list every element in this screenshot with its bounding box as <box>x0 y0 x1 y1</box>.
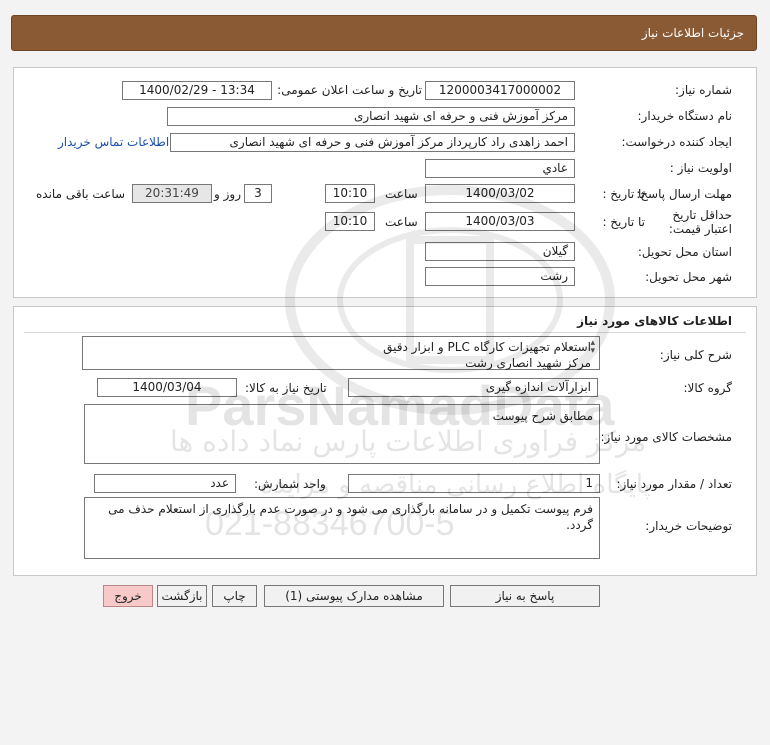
deadline-until-label: تا تاریخ : <box>602 187 645 201</box>
qty-field: 1 <box>348 474 600 493</box>
validity-date-field: 1400/03/03 <box>425 212 575 231</box>
validity-time-field: 10:10 <box>325 212 375 231</box>
notes-field: فرم پیوست تکمیل و در سامانه بارگذاری می … <box>84 497 600 559</box>
group-label: گروه کالا: <box>683 381 733 395</box>
city-label: شهر محل تحویل: <box>645 270 732 284</box>
need-number-field: 1200003417000002 <box>425 81 575 100</box>
desc-label: شرح کلی نیاز: <box>659 348 732 362</box>
creator-field: احمد زاهدی راد کارپرداز مرکز آموزش فنی و… <box>170 133 575 152</box>
need-info-panel <box>13 67 757 298</box>
announce-field: 1400/02/29 - 13:34 <box>122 81 272 100</box>
remaining-time-field: 20:31:49 <box>132 184 212 203</box>
page-title: جزئیات اطلاعات نیاز <box>641 26 744 40</box>
section-divider <box>24 332 746 333</box>
desc-line-2: مرکز شهید انصاری رشت <box>465 356 591 370</box>
province-field: گیلان <box>425 242 575 261</box>
deadline-date-field: 1400/03/02 <box>425 184 575 203</box>
need-date-field: 1400/03/04 <box>97 378 237 397</box>
back-button[interactable]: بازگشت <box>157 585 207 607</box>
print-button[interactable]: چاپ <box>212 585 257 607</box>
deadline-label: مهلت ارسال پاسخ: <box>636 187 732 201</box>
remaining-time-label: ساعت باقی مانده <box>36 187 126 201</box>
province-label: استان محل تحویل: <box>637 245 732 259</box>
spec-label: مشخصات کالای مورد نیاز: <box>600 430 732 444</box>
validity-time-label: ساعت <box>385 215 418 229</box>
priority-field: عادي <box>425 159 575 178</box>
need-number-label: شماره نیاز: <box>675 83 732 97</box>
need-date-label: تاریخ نیاز به کالا: <box>245 381 327 395</box>
unit-label: واحد شمارش: <box>254 477 326 491</box>
notes-label: توضیحات خریدار: <box>645 519 732 533</box>
city-field: رشت <box>425 267 575 286</box>
buyer-field: مرکز آموزش فنی و حرفه ای شهید انصاری <box>167 107 575 126</box>
validity-until-label: تا تاریخ : <box>602 215 645 229</box>
deadline-time-label: ساعت <box>385 187 418 201</box>
deadline-time-field: 10:10 <box>325 184 375 203</box>
priority-label: اولویت نیاز : <box>669 161 732 175</box>
buyer-label: نام دستگاه خریدار: <box>637 109 733 123</box>
reply-button[interactable]: پاسخ به نیاز <box>450 585 600 607</box>
creator-label: ایجاد کننده درخواست: <box>621 135 732 149</box>
desc-line-1: استعلام تجهیزات کارگاه PLC و ابزار دقیق <box>383 340 591 354</box>
desc-field: استعلام تجهیزات کارگاه PLC و ابزار دقیق … <box>82 336 600 370</box>
expand-icon[interactable]: ▴ ▾ <box>590 339 595 356</box>
validity-label: حداقل تاریخ اعتبار قیمت: <box>668 208 732 236</box>
group-field: ابزارآلات اندازه گیری <box>348 378 598 397</box>
page-header: جزئیات اطلاعات نیاز <box>11 15 757 51</box>
qty-label: تعداد / مقدار مورد نیاز: <box>616 477 732 491</box>
unit-field: عدد <box>94 474 236 493</box>
days-remaining-field: 3 <box>244 184 272 203</box>
goods-section-title: اطلاعات کالاهای مورد نیاز <box>577 314 732 328</box>
announce-label: تاریخ و ساعت اعلان عمومی: <box>277 83 422 97</box>
spec-field: مطابق شرح پیوست <box>84 404 600 464</box>
exit-button[interactable]: خروج <box>103 585 153 607</box>
contact-buyer-link[interactable]: اطلاعات تماس خریدار <box>58 135 169 149</box>
days-label: روز و <box>214 187 241 201</box>
view-attachments-button[interactable]: مشاهده مدارک پیوستی (1) <box>264 585 444 607</box>
